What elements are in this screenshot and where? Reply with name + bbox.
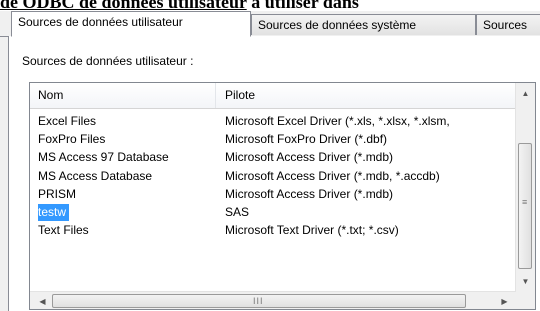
row-name: FoxPro Files (38, 132, 106, 147)
horizontal-scroll-thumb[interactable]: III (52, 294, 466, 308)
list-row[interactable]: MS Access 97 Database Microsoft Access D… (30, 148, 516, 166)
tab-user-dsn[interactable]: Sources de données utilisateur (11, 11, 251, 37)
row-driver: Microsoft Access Driver (*.mdb) (225, 150, 394, 165)
scroll-right-icon[interactable]: ▶ (496, 292, 513, 309)
vertical-scroll-thumb[interactable]: ≡ (518, 143, 532, 269)
row-name: MS Access Database (38, 168, 153, 183)
list-row[interactable]: Text Files Microsoft Text Driver (*.txt;… (30, 221, 516, 239)
horizontal-scrollbar[interactable]: ◀ III ▶ (30, 291, 516, 309)
row-driver: Microsoft Text Driver (*.txt; *.csv) (225, 223, 399, 238)
row-driver: Microsoft Access Driver (*.mdb) (225, 186, 394, 201)
section-label: Sources de données utilisateur : (22, 54, 194, 68)
list-row[interactable]: FoxPro Files Microsoft FoxPro Driver (*.… (30, 130, 516, 148)
row-name: Excel Files (38, 114, 97, 128)
scroll-down-icon[interactable]: ▼ (516, 273, 535, 290)
scroll-left-icon[interactable]: ◀ (34, 292, 51, 309)
dsn-list[interactable]: Nom Pilote Excel Files Microsoft Excel D… (29, 82, 536, 310)
tab-system-dsn[interactable]: Sources de données système (251, 14, 476, 35)
scrollbar-corner (516, 291, 535, 309)
scroll-up-icon[interactable]: ▲ (516, 85, 535, 102)
grip-icon: III (253, 296, 264, 306)
list-row[interactable]: Excel Files Microsoft Excel Driver (*.xl… (30, 112, 516, 130)
tab-strip: Sources de données utilisateur Sources d… (0, 11, 540, 37)
row-driver: Microsoft Access Driver (*.mdb, *.accdb) (225, 168, 440, 183)
row-driver: Microsoft Excel Driver (*.xls, *.xlsx, *… (225, 114, 450, 128)
list-rows: Excel Files Microsoft Excel Driver (*.xl… (30, 112, 516, 239)
row-name: PRISM (38, 186, 77, 201)
grip-icon: ≡ (522, 197, 528, 207)
list-header: Nom Pilote (30, 83, 516, 109)
list-row[interactable]: PRISM Microsoft Access Driver (*.mdb) (30, 185, 516, 203)
row-driver: SAS (225, 204, 250, 219)
column-header-name[interactable]: Nom (30, 83, 216, 108)
row-name: testw (38, 203, 214, 221)
list-row[interactable]: MS Access Database Microsoft Access Driv… (30, 167, 516, 185)
tab-file-dsn[interactable]: Sources (476, 14, 540, 35)
vertical-scrollbar[interactable]: ▲ ≡ ▼ (515, 83, 535, 291)
column-header-driver[interactable]: Pilote (217, 83, 517, 108)
row-driver: Microsoft FoxPro Driver (*.dbf) (225, 132, 388, 147)
row-name: MS Access 97 Database (38, 150, 169, 165)
list-row-selected[interactable]: testw SAS (30, 203, 516, 221)
row-name: Text Files (38, 223, 89, 238)
selected-row-name: testw (38, 203, 70, 221)
odbc-dialog: Sources de données utilisateur Sources d… (0, 11, 540, 311)
